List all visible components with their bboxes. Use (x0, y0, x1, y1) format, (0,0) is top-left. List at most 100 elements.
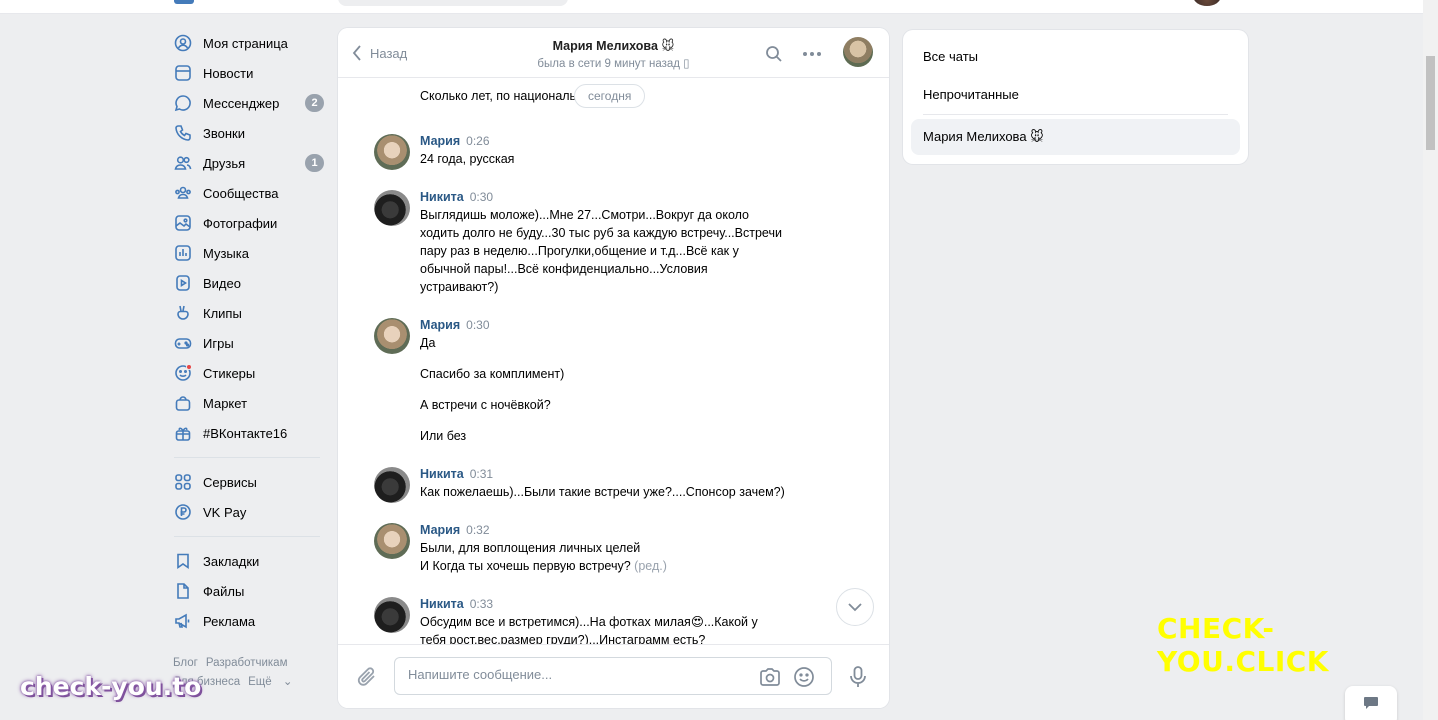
vk-logo[interactable] (174, 0, 194, 4)
footer-more-label: Ещё (248, 676, 272, 688)
message-group: Никита 0:33 Обсудим все и встретимся)...Н… (374, 595, 824, 644)
message-author[interactable]: Мария (420, 134, 460, 148)
nav-label: #ВКонтакте16 (203, 425, 288, 441)
gift-icon (174, 424, 192, 442)
paperclip-icon (357, 667, 375, 686)
header-avatar[interactable] (1193, 0, 1221, 6)
message-text: И Когда ты хочешь первую встречу? (420, 559, 631, 573)
nav-item-my-page[interactable]: Моя страница (166, 28, 326, 58)
message-input-box[interactable] (394, 657, 832, 695)
nav-label: Сервисы (203, 474, 257, 490)
chevron-down-icon (848, 602, 862, 611)
nav-label: Музыка (203, 245, 249, 261)
avatar[interactable] (374, 134, 410, 170)
floating-chat-button[interactable] (1345, 686, 1397, 720)
footer-link-more[interactable]: Ещё ⌄ (248, 676, 292, 688)
search-in-chat-button[interactable] (764, 44, 784, 64)
photos-icon (174, 214, 192, 232)
more-actions-button[interactable] (802, 44, 822, 64)
nav-item-music[interactable]: Музыка (166, 238, 326, 268)
avatar[interactable] (374, 597, 410, 633)
megaphone-icon (174, 612, 192, 630)
emoji-button[interactable] (793, 666, 815, 688)
nav-item-calls[interactable]: Звонки (166, 118, 326, 148)
nav-item-clips[interactable]: Клипы (166, 298, 326, 328)
mobile-icon: ▯ (683, 58, 690, 70)
nav-label: Моя страница (203, 35, 288, 51)
chat-header: Назад Мария Мелихова 🐭 была в сети 9 мин… (338, 28, 889, 78)
message-author[interactable]: Никита (420, 597, 464, 611)
message-author[interactable]: Мария (420, 318, 460, 332)
message-time: 0:32 (466, 523, 490, 537)
nav-item-ads[interactable]: Реклама (166, 606, 326, 636)
footer-link-developers[interactable]: Разработчикам (206, 657, 288, 669)
nav-label: Новости (203, 65, 254, 81)
attach-button[interactable] (356, 665, 378, 692)
message-time: 0:33 (469, 597, 494, 611)
avatar[interactable] (374, 318, 410, 354)
communities-icon (174, 184, 192, 202)
messenger-count-badge: 2 (305, 94, 324, 112)
stickers-notification-dot (186, 364, 192, 370)
nav-item-photos[interactable]: Фотографии (166, 208, 326, 238)
message-text: Выглядишь моложе)...Мне 27...Смотри...Во… (420, 208, 782, 294)
peer-avatar[interactable] (843, 37, 873, 67)
filter-unread[interactable]: Непрочитанные (911, 76, 1240, 114)
nav-label: Клипы (203, 305, 242, 321)
chat-bubble-icon (1364, 697, 1378, 709)
games-icon (174, 334, 192, 352)
nav-item-vkpay[interactable]: VK Pay (166, 497, 326, 527)
nav-item-files[interactable]: Файлы (166, 576, 326, 606)
message-group: Мария 0:26 24 года, русская (374, 132, 814, 170)
left-navigation: Моя страница Новости Мессенджер 2 Звонки… (166, 28, 326, 692)
nav-item-market[interactable]: Маркет (166, 388, 326, 418)
chat-window: Назад Мария Мелихова 🐭 была в сети 9 мин… (338, 28, 889, 708)
nav-item-bookmarks[interactable]: Закладки (166, 546, 326, 576)
message-author[interactable]: Мария (420, 523, 460, 537)
message-input[interactable] (408, 667, 728, 682)
services-icon (174, 473, 192, 491)
nav-item-games[interactable]: Игры (166, 328, 326, 358)
scrollbar-thumb[interactable] (1426, 56, 1435, 150)
nav-item-video[interactable]: Видео (166, 268, 326, 298)
filter-all-chats[interactable]: Все чаты (911, 38, 1240, 76)
nav-item-news[interactable]: Новости (166, 58, 326, 88)
message-text: Да (420, 336, 436, 350)
nav-label: Игры (203, 335, 234, 351)
nav-label: Друзья (203, 155, 246, 171)
message-history[interactable]: сегодня · · · · · · · ) Сколько лет, по … (338, 78, 889, 644)
nav-item-messenger[interactable]: Мессенджер 2 (166, 88, 326, 118)
peer-status-text: была в сети 9 минут назад (537, 58, 681, 70)
scroll-to-bottom-button[interactable] (836, 588, 874, 626)
voice-message-button[interactable] (848, 665, 868, 692)
message-text: Или без (420, 429, 467, 443)
nav-label: Маркет (203, 395, 248, 411)
watermark-yellow: CHECK-YOU.CLICK (1157, 612, 1330, 678)
nav-item-communities[interactable]: Сообщества (166, 178, 326, 208)
watermark-left: check-you.to (20, 672, 202, 701)
footer-link-blog[interactable]: Блог (173, 657, 198, 669)
edited-marker[interactable]: (ред.) (634, 559, 667, 573)
nav-divider (174, 536, 320, 537)
nav-item-services[interactable]: Сервисы (166, 467, 326, 497)
phone-icon (174, 124, 192, 142)
nav-item-vk16[interactable]: #ВКонтакте16 (166, 418, 326, 448)
avatar[interactable] (374, 467, 410, 503)
header-search[interactable] (338, 0, 568, 6)
bookmark-icon (174, 552, 192, 570)
active-chat-item[interactable]: Мария Мелихова 🐭 (911, 119, 1240, 155)
message-author[interactable]: Никита (420, 190, 464, 204)
message-time: 0:31 (469, 467, 494, 481)
date-separator: сегодня (574, 84, 646, 108)
message-group: Мария 0:30 Да Спасибо за комплимент) А вс… (374, 316, 814, 445)
nav-label: Стикеры (203, 365, 256, 381)
nav-item-stickers[interactable]: Стикеры (166, 358, 326, 388)
friends-count-badge: 1 (305, 154, 324, 172)
avatar[interactable] (374, 190, 410, 226)
nav-label: VK Pay (203, 504, 247, 520)
camera-button[interactable] (759, 666, 781, 688)
message-text: Спасибо за комплимент) (420, 367, 565, 381)
message-author[interactable]: Никита (420, 467, 464, 481)
nav-item-friends[interactable]: Друзья 1 (166, 148, 326, 178)
avatar[interactable] (374, 523, 410, 559)
